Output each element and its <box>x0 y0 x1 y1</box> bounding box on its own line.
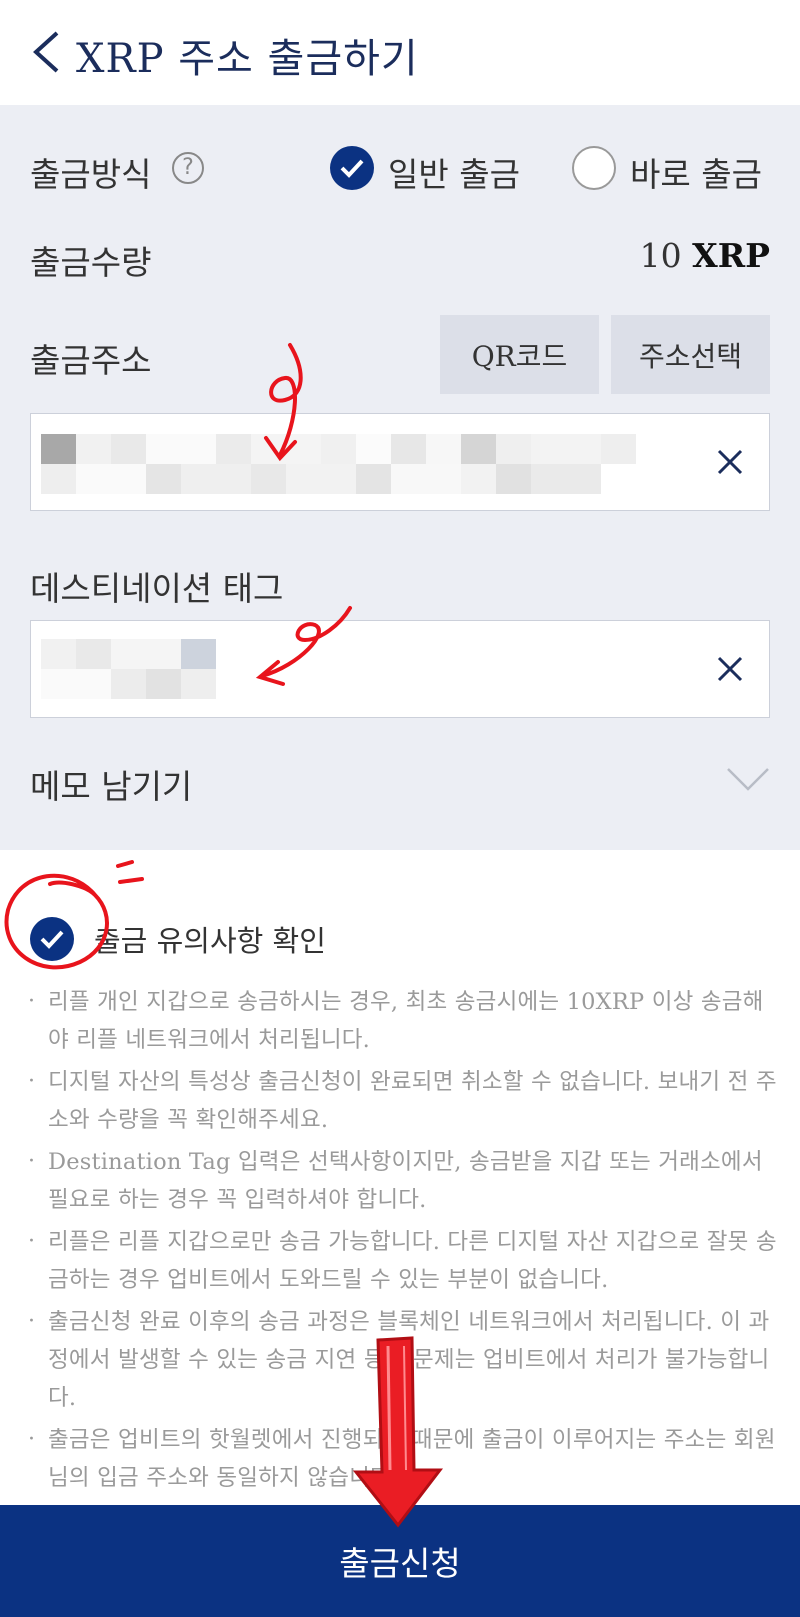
check-icon <box>40 930 64 949</box>
address-input[interactable] <box>30 413 770 511</box>
notice-confirm-checkbox[interactable] <box>30 917 74 961</box>
notice-item: 리플 개인 지갑으로 송금하시는 경우, 최초 송금시에는 10XRP 이상 송… <box>28 983 783 1059</box>
notice-item: Destination Tag 입력은 선택사항이지만, 송금받을 지갑 또는 … <box>28 1143 783 1219</box>
back-button[interactable] <box>26 28 66 76</box>
redacted-address <box>41 434 651 494</box>
qr-code-button[interactable]: QR코드 <box>440 315 599 394</box>
notice-item: 리플은 리플 지갑으로만 송금 가능합니다. 다른 디지털 자산 지갑으로 잘못… <box>28 1223 783 1299</box>
amount-number: 10 <box>639 236 682 275</box>
radio-normal-label[interactable]: 일반 출금 <box>388 148 520 196</box>
clear-icon <box>717 656 743 682</box>
memo-label[interactable]: 메모 남기기 <box>30 760 192 808</box>
radio-normal-withdraw[interactable] <box>330 146 374 190</box>
address-select-button[interactable]: 주소선택 <box>611 315 770 394</box>
notice-item: 출금신청 완료 이후의 송금 과정은 블록체인 네트워크에서 처리됩니다. 이 … <box>28 1303 783 1417</box>
clear-address-button[interactable] <box>711 443 749 481</box>
submit-withdraw-button[interactable]: 출금신청 <box>0 1505 800 1617</box>
back-chevron-icon <box>33 31 59 73</box>
amount-unit: XRP <box>692 236 770 275</box>
destination-tag-label: 데스티네이션 태그 <box>30 569 284 608</box>
notice-list: 리플 개인 지갑으로 송금하시는 경우, 최초 송금시에는 10XRP 이상 송… <box>28 983 783 1501</box>
check-icon <box>340 159 364 178</box>
clear-tag-button[interactable] <box>711 650 749 688</box>
memo-expand-button[interactable] <box>726 765 770 795</box>
notice-item: 출금은 업비트의 핫월렛에서 진행되기 때문에 출금이 이루어지는 주소는 회원… <box>28 1421 783 1497</box>
radio-instant-withdraw[interactable] <box>572 146 616 190</box>
chevron-down-icon <box>727 768 769 791</box>
amount-value: 10 XRP <box>640 236 770 275</box>
amount-label: 출금수량 <box>30 243 152 282</box>
redacted-tag <box>41 639 216 699</box>
help-icon[interactable]: ? <box>172 152 204 184</box>
clear-icon <box>717 449 743 475</box>
notice-title[interactable]: 출금 유의사항 확인 <box>94 918 326 960</box>
radio-instant-label[interactable]: 바로 출금 <box>630 148 762 196</box>
address-label: 출금주소 <box>30 341 152 380</box>
method-label: 출금방식 <box>30 155 152 194</box>
notice-item: 디지털 자산의 특성상 출금신청이 완료되면 취소할 수 없습니다. 보내기 전… <box>28 1063 783 1139</box>
header: XRP 주소 출금하기 <box>0 0 800 105</box>
destination-tag-input[interactable] <box>30 620 770 718</box>
page-title: XRP 주소 출금하기 <box>76 36 419 82</box>
